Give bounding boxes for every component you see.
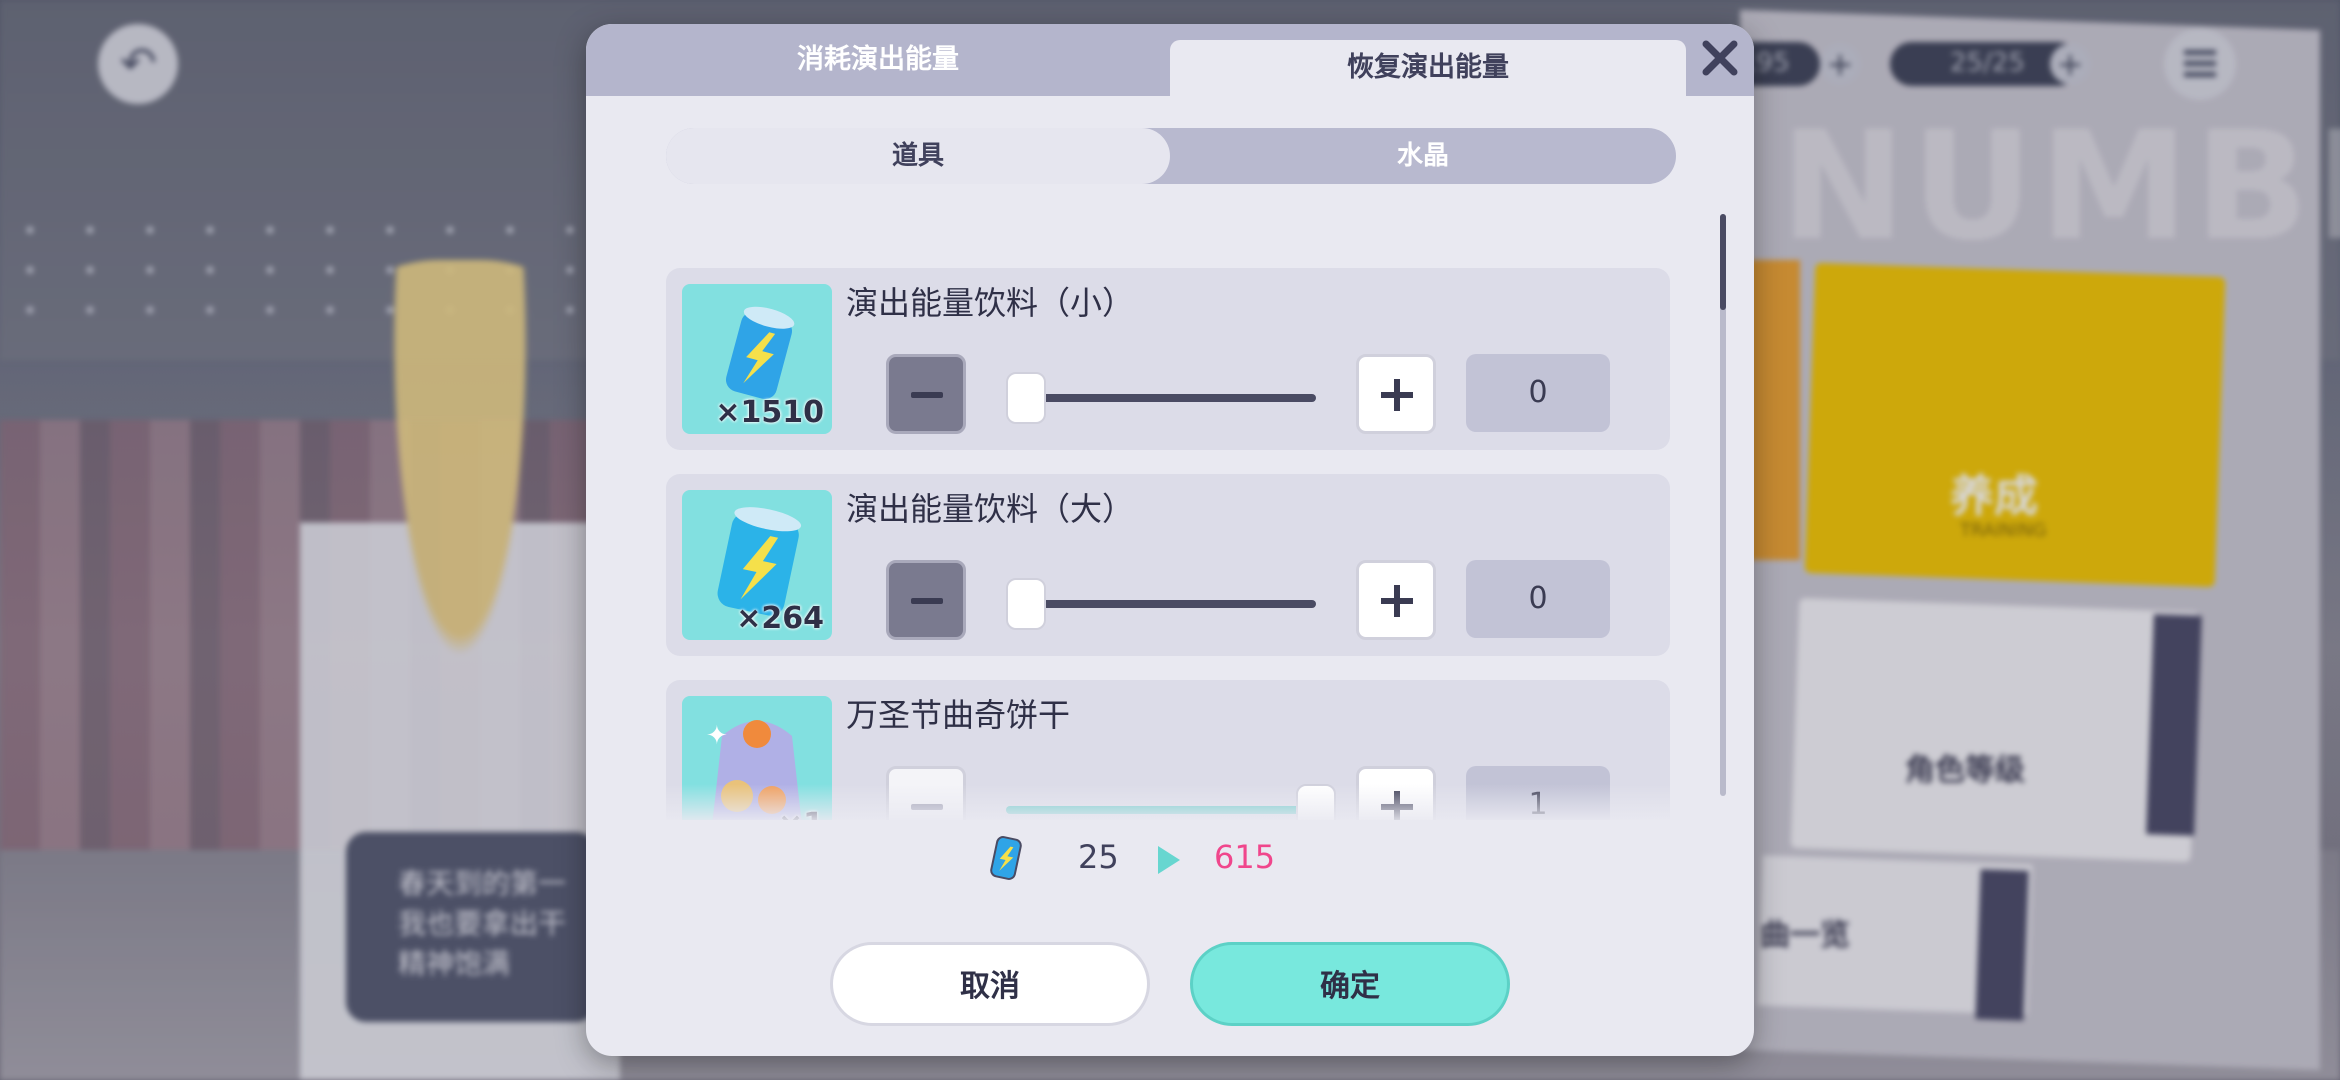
- increase-button[interactable]: [1356, 354, 1436, 434]
- play-arrow-icon: [1158, 846, 1180, 874]
- close-icon: [1702, 40, 1738, 76]
- confirm-button[interactable]: 确定: [1190, 942, 1510, 1026]
- amount-input[interactable]: 0: [1466, 354, 1610, 432]
- scrollbar-thumb[interactable]: [1720, 214, 1726, 310]
- energy-can-icon: [990, 836, 1022, 880]
- amount-slider[interactable]: [1006, 372, 1316, 424]
- recover-energy-dialog: 消耗演出能量 恢复演出能量 道具 水晶 ×1510 演出能量饮料（小） 0 ×2…: [586, 24, 1754, 1056]
- svg-text:✦: ✦: [706, 721, 728, 751]
- cancel-button[interactable]: 取消: [830, 942, 1150, 1026]
- decrease-button[interactable]: [886, 354, 966, 434]
- amount-input[interactable]: 0: [1466, 560, 1610, 638]
- tab-consume-energy[interactable]: 消耗演出能量: [586, 24, 1170, 96]
- list-item: ×1510 演出能量饮料（小） 0: [666, 268, 1670, 450]
- item-name: 演出能量饮料（小）: [846, 284, 1135, 322]
- increase-button[interactable]: [1356, 560, 1436, 640]
- tab-recover-energy[interactable]: 恢复演出能量: [1170, 40, 1686, 96]
- item-name: 万圣节曲奇饼干: [846, 696, 1071, 734]
- list-scrollbar[interactable]: [1720, 214, 1726, 796]
- item-name: 演出能量饮料（大）: [846, 490, 1135, 528]
- close-button[interactable]: [1694, 32, 1746, 84]
- list-fade: [666, 784, 1676, 824]
- dialog-tab-bar: 消耗演出能量 恢复演出能量: [586, 24, 1754, 96]
- minus-icon: [911, 392, 943, 398]
- item-thumbnail: ×264: [682, 490, 832, 640]
- slider-handle[interactable]: [1006, 372, 1046, 424]
- item-thumbnail: ×1510: [682, 284, 832, 434]
- plus-icon-stroke: [1394, 379, 1400, 411]
- item-quantity: ×1510: [715, 395, 824, 430]
- minus-icon: [911, 598, 943, 604]
- item-list[interactable]: ×1510 演出能量饮料（小） 0 ×264 演出能量饮料（大） 0 ✦ 万圣节…: [666, 240, 1676, 820]
- recover-method-toggle: 道具 水晶: [666, 128, 1676, 184]
- energy-after: 615: [1214, 838, 1276, 876]
- slider-handle[interactable]: [1006, 578, 1046, 630]
- amount-slider[interactable]: [1006, 578, 1316, 630]
- plus-icon-stroke: [1394, 585, 1400, 617]
- decrease-button[interactable]: [886, 560, 966, 640]
- segment-items[interactable]: 道具: [666, 128, 1170, 184]
- list-item: ×264 演出能量饮料（大） 0: [666, 474, 1670, 656]
- segment-crystal[interactable]: 水晶: [1170, 128, 1676, 184]
- energy-current: 25: [1078, 838, 1119, 876]
- item-quantity: ×264: [736, 601, 824, 636]
